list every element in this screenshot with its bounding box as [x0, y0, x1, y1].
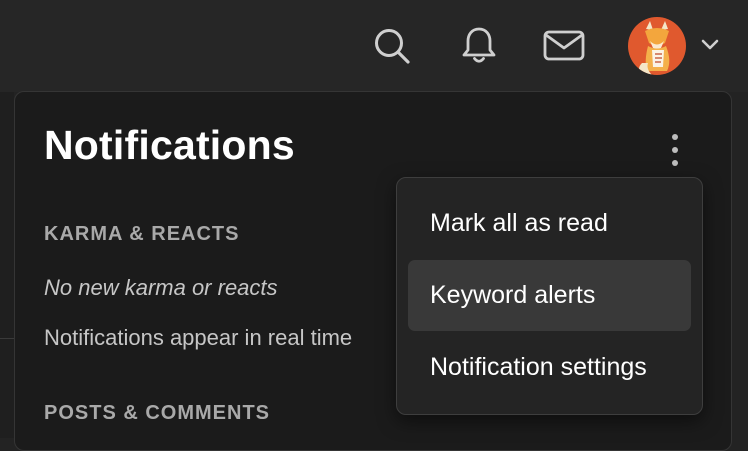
menu-item-notification-settings[interactable]: Notification settings — [408, 332, 691, 403]
search-icon[interactable] — [372, 26, 412, 66]
section-heading-posts: POSTS & COMMENTS — [44, 402, 271, 424]
more-options-icon[interactable] — [661, 130, 689, 170]
bell-icon[interactable] — [459, 24, 499, 66]
user-avatar[interactable] — [628, 17, 686, 75]
info-text: Notifications appear in real time — [44, 325, 353, 350]
fox-avatar-icon — [639, 21, 670, 75]
top-bar — [0, 0, 748, 92]
panel-title: Notifications — [44, 122, 295, 168]
empty-state-text: No new karma or reacts — [44, 275, 278, 300]
options-menu: Mark all as read Keyword alerts Notifica… — [396, 177, 703, 415]
background-page-edge — [0, 92, 14, 438]
menu-item-keyword-alerts[interactable]: Keyword alerts — [408, 260, 691, 331]
mail-icon[interactable] — [543, 30, 585, 62]
divider — [0, 338, 14, 339]
section-heading-karma: KARMA & REACTS — [44, 223, 240, 245]
chevron-down-icon[interactable] — [700, 38, 720, 52]
menu-item-mark-all-read[interactable]: Mark all as read — [408, 188, 691, 259]
